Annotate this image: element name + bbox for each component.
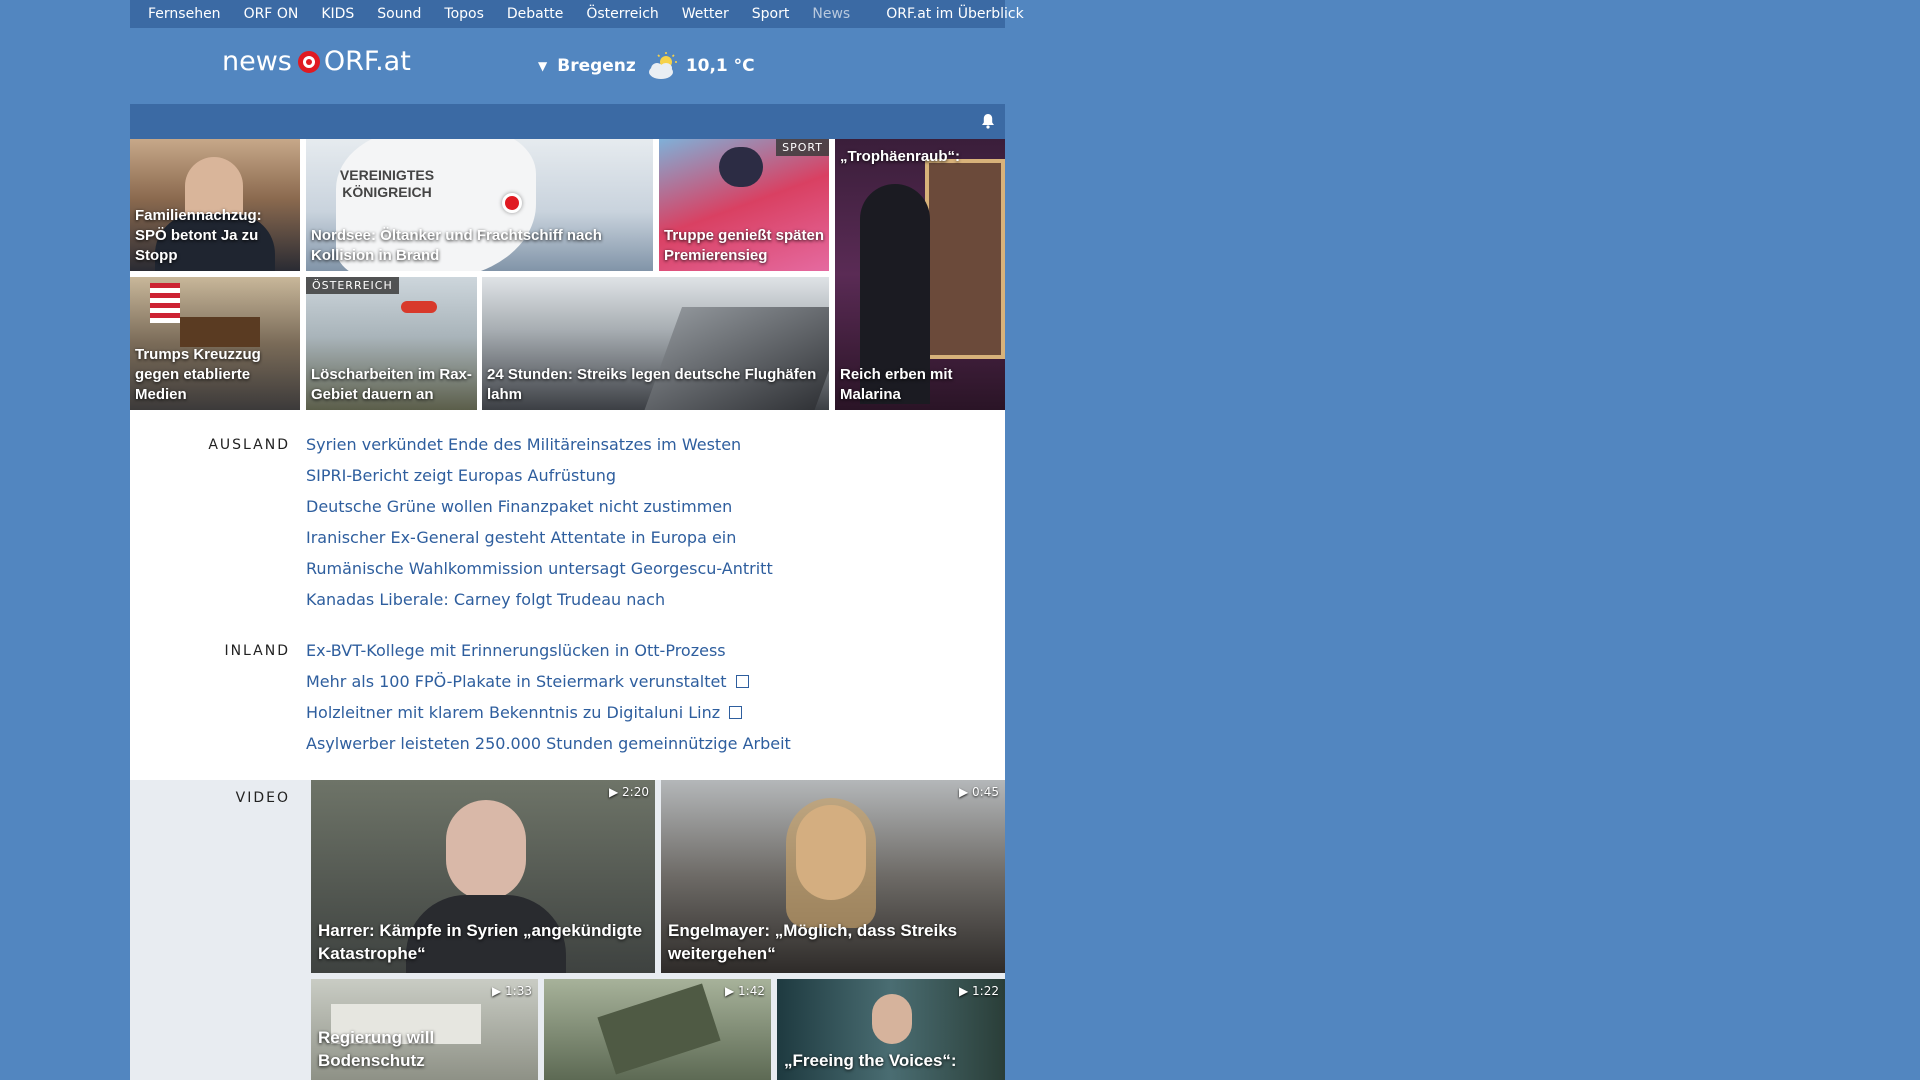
inland-link-2-row: Mehr als 100 FPÖ-Plakate in Steiermark v… (306, 672, 749, 691)
dropdown-triangle-icon: ▼ (538, 59, 548, 73)
video-tile-engelmayer[interactable]: ▶ 0:45 Engelmayer: „Möglich, dass Streik… (661, 780, 1005, 973)
bell-icon[interactable] (981, 113, 995, 129)
logo-orf-text: ORF.at (323, 46, 411, 77)
tile-caption: Familiennachzug: SPÖ betont Ja zu Stopp (135, 207, 262, 264)
flag-shape (150, 283, 180, 323)
athlete-helmet (719, 147, 763, 187)
ausland-link-1[interactable]: Syrien verkündet Ende des Militäreinsatz… (306, 435, 741, 454)
video-caption: Engelmayer: „Möglich, dass Streiks weite… (668, 921, 958, 963)
desk-shape (180, 317, 260, 347)
nav-orf-overview[interactable]: ORF.at im Überblick (886, 6, 1023, 22)
inland-link-3[interactable]: Holzleitner mit klarem Bekenntnis zu Dig… (306, 703, 720, 722)
top-stories-grid: Familiennachzug: SPÖ betont Ja zu Stopp … (130, 139, 1005, 410)
video-duration: ▶ 0:45 (959, 785, 999, 799)
video-duration: ▶ 1:33 (492, 984, 532, 998)
sun-cloud-icon (648, 52, 677, 79)
story-tile-rax[interactable]: ÖSTERREICH Löscharbeiten im Rax-Gebiet d… (306, 277, 477, 410)
video-tile-harrer[interactable]: ▶ 2:20 Harrer: Kämpfe in Syrien „angekün… (311, 780, 655, 973)
inland-link-1[interactable]: Ex-BVT-Kollege mit Erinnerungslücken in … (306, 641, 726, 660)
person-photo (446, 800, 526, 900)
ausland-link-3[interactable]: Deutsche Grüne wollen Finanzpaket nicht … (306, 497, 732, 516)
nav-topos[interactable]: Topos (444, 6, 483, 22)
nav-kids[interactable]: KIDS (321, 6, 354, 22)
video-duration: ▶ 2:20 (609, 785, 649, 799)
section-label-inland: INLAND (224, 643, 290, 659)
helicopter-icon (401, 301, 437, 313)
external-link-icon (735, 675, 749, 688)
inland-link-2[interactable]: Mehr als 100 FPÖ-Plakate in Steiermark v… (306, 672, 727, 691)
section-tag-oesterreich: ÖSTERREICH (306, 277, 399, 294)
top-navigation: Fernsehen ORF ON KIDS Sound Topos Debatt… (130, 0, 1024, 28)
nav-news[interactable]: News (812, 6, 850, 22)
mirror-frame (925, 159, 1005, 359)
page: Fernsehen ORF ON KIDS Sound Topos Debatt… (0, 0, 1920, 1080)
tile-caption: Truppe genießt späten Premierensieg (664, 227, 825, 264)
story-tile-trophaeenraub[interactable]: „Trophäenraub“: Reich erben mit Malarina (835, 139, 1005, 410)
ausland-link-4[interactable]: Iranischer Ex-General gesteht Attentate … (306, 528, 736, 547)
tile-caption: Reich erben mit Malarina (840, 366, 953, 403)
tile-caption: Nordsee: Öltanker und Frachtschiff nach … (311, 227, 602, 264)
logo-news-text: news (222, 46, 292, 77)
section-tag-sport: SPORT (776, 139, 829, 156)
main-column: Fernsehen ORF ON KIDS Sound Topos Debatt… (130, 0, 1024, 1080)
nav-sound[interactable]: Sound (377, 6, 421, 22)
ausland-link-2[interactable]: SIPRI-Bericht zeigt Europas Aufrüstung (306, 466, 616, 485)
ausland-link-5[interactable]: Rumänische Wahlkommission untersagt Geor… (306, 559, 773, 578)
weather-location: Bregenz (557, 56, 636, 76)
tile-caption: Trumps Kreuzzug gegen etablierte Medien (135, 346, 261, 403)
video-caption: Regierung will Bodenschutz (318, 1028, 435, 1070)
ausland-link-6[interactable]: Kanadas Liberale: Carney folgt Trudeau n… (306, 590, 665, 609)
external-link-icon (729, 706, 743, 719)
location-marker-icon (502, 193, 522, 213)
tile-caption-top: „Trophäenraub“: (840, 148, 961, 165)
tile-caption: 24 Stunden: Streiks legen deutsche Flugh… (487, 366, 817, 403)
story-tile-familiennachzug[interactable]: Familiennachzug: SPÖ betont Ja zu Stopp (130, 139, 300, 271)
video-duration: ▶ 1:42 (725, 984, 765, 998)
nav-orf-on[interactable]: ORF ON (244, 6, 299, 22)
nav-fernsehen[interactable]: Fernsehen (148, 6, 221, 22)
vehicle-shape (597, 983, 721, 1075)
orf-eye-icon (297, 50, 320, 73)
section-label-ausland: AUSLAND (208, 437, 290, 453)
video-duration: ▶ 1:22 (959, 984, 999, 998)
video-tile-bodenschutz[interactable]: ▶ 1:33 Regierung will Bodenschutz (311, 979, 538, 1080)
news-orf-logo[interactable]: news ORF.at (222, 46, 411, 77)
nav-debatte[interactable]: Debatte (507, 6, 563, 22)
nav-wetter[interactable]: Wetter (682, 6, 729, 22)
section-label-video: VIDEO (235, 790, 290, 806)
weather-temperature: 10,1 °C (685, 56, 755, 76)
story-tile-flughaefen[interactable]: 24 Stunden: Streiks legen deutsche Flugh… (482, 277, 829, 410)
inland-link-3-row: Holzleitner mit klarem Bekenntnis zu Dig… (306, 703, 743, 722)
nav-oesterreich[interactable]: Österreich (586, 6, 658, 22)
video-caption: Harrer: Kämpfe in Syrien „angekündigte K… (318, 921, 643, 963)
tile-caption: Löscharbeiten im Rax-Gebiet dauern an (311, 366, 472, 403)
video-tile-military[interactable]: ▶ 1:42 (544, 979, 771, 1080)
video-section: VIDEO ▶ 2:20 Harrer: Kämpfe in Syrien „a… (130, 780, 1005, 1080)
hair-shape (786, 798, 876, 928)
story-tile-trump-medien[interactable]: Trumps Kreuzzug gegen etablierte Medien (130, 277, 300, 410)
story-tile-truppe[interactable]: SPORT Truppe genießt späten Premierensie… (659, 139, 829, 271)
weather-widget[interactable]: ▼ Bregenz 10,1 °C (538, 51, 755, 81)
notification-bar (130, 104, 1005, 139)
news-list: AUSLAND Syrien verkündet Ende des Militä… (130, 410, 1005, 780)
story-tile-nordsee[interactable]: VEREINIGTES KÖNIGREICH Nordsee: Öltanker… (306, 139, 653, 271)
person-photo (872, 994, 912, 1044)
map-label: VEREINIGTES KÖNIGREICH (339, 167, 435, 200)
video-caption: „Freeing the Voices“: (784, 1051, 957, 1070)
nav-sport[interactable]: Sport (752, 6, 790, 22)
inland-link-4[interactable]: Asylwerber leisteten 250.000 Stunden gem… (306, 734, 791, 753)
video-tile-freeing-voices[interactable]: ▶ 1:22 „Freeing the Voices“: (777, 979, 1005, 1080)
site-header: news ORF.at ▼ Bregenz 10,1 °C (130, 28, 1005, 104)
